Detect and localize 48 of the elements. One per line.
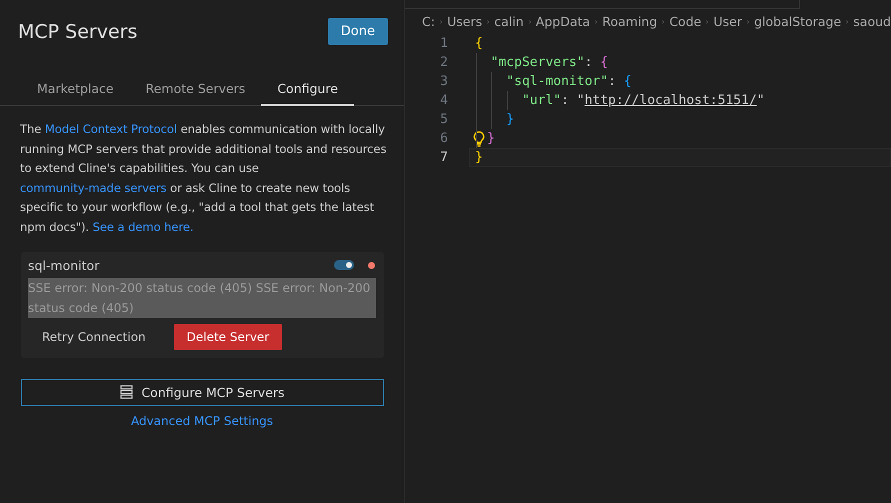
link[interactable]: Model Context Protocol [44, 122, 177, 136]
line-number: 1 [439, 36, 448, 51]
line-number: 3 [439, 74, 448, 89]
breadcrumb[interactable]: saoud [853, 14, 891, 29]
tab[interactable]: Marketplace [21, 79, 130, 106]
code-token: " [756, 93, 765, 108]
retry-button[interactable]: Retry Connection [36, 324, 152, 350]
code-token: } [505, 112, 514, 127]
link[interactable]: See a demo here. [92, 220, 194, 234]
breadcrumb[interactable]: globalStorage [754, 14, 842, 29]
code-token: } [475, 150, 483, 165]
configure-button[interactable]: Configure MCP Servers [21, 378, 384, 406]
lightbulb-icon[interactable] [473, 130, 485, 146]
breadcrumb[interactable]: calin [494, 14, 524, 29]
breadcrumb[interactable]: User [713, 14, 742, 29]
code-token: "sql-monitor" [505, 74, 608, 89]
intro-text: The Model Context Protocol enables communication with locally running MCP servers that provide additional tools and resources to extend Cline's capabilities. You can use community-made servers or ask Cline to create new tools specific to your workflow (e.g., "add a tool that gets the latest npm docs"). See a demo here. [20, 121, 388, 236]
code-token: : [608, 74, 617, 89]
server-icon [120, 385, 134, 400]
breadcrumb[interactable]: Users [447, 14, 482, 29]
code-token: : " [561, 93, 585, 108]
code-token: http://localhost:5151/ [584, 93, 757, 108]
breadcrumb[interactable]: Code [669, 14, 702, 29]
breadcrumb[interactable]: C: [422, 14, 435, 29]
code-token: "url" [520, 93, 562, 108]
tab[interactable]: Remote Servers [130, 79, 262, 106]
line-number: 5 [439, 112, 448, 127]
server-name: sql-monitor [28, 258, 100, 273]
error-message: SSE error: Non-200 status code (405) SSE error: Non-200 status code (405) [28, 278, 376, 318]
tab[interactable]: Configure [261, 79, 354, 106]
line-number: 4 [439, 93, 448, 108]
breadcrumb[interactable]: AppData [536, 14, 590, 29]
breadcrumb[interactable]: Roaming [602, 14, 658, 29]
line-number: 2 [439, 55, 448, 70]
toggle-switch[interactable] [334, 260, 354, 270]
code-token: { [475, 36, 483, 51]
delete-button[interactable]: Delete Server [174, 324, 282, 350]
advanced-settings-link[interactable]: Advanced MCP Settings [130, 414, 274, 428]
code-token: } [487, 131, 495, 146]
line-number: 6 [439, 131, 448, 146]
code-token: { [600, 55, 608, 70]
line-number: 7 [439, 150, 448, 165]
code-token: : [584, 55, 594, 70]
code-token: "mcpServers" [490, 55, 585, 70]
code-token: { [624, 74, 632, 89]
done-button[interactable]: Done [328, 18, 388, 45]
link[interactable]: community-made servers [20, 180, 166, 195]
panel-title: MCP Servers [18, 20, 138, 42]
